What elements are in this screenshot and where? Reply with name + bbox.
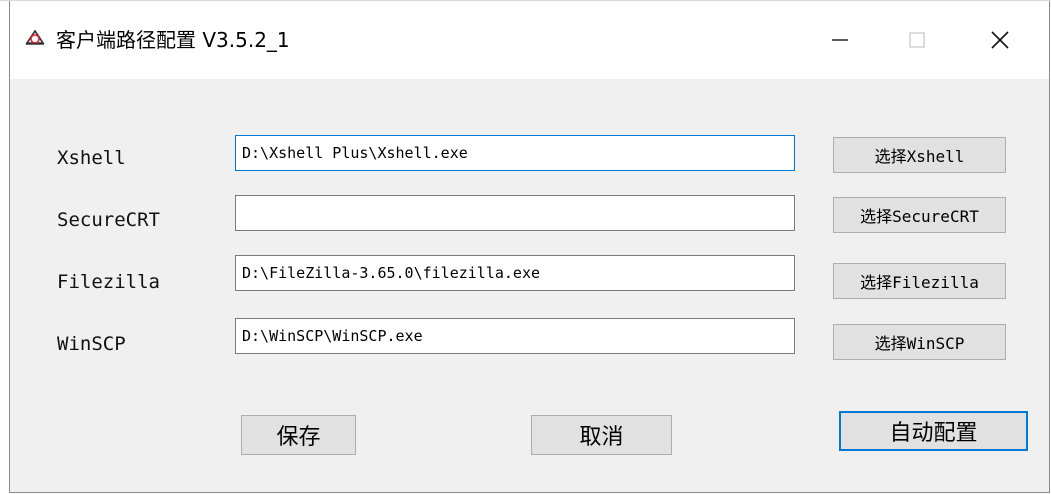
securecrt-path-input[interactable] [235,195,795,231]
window-title: 客户端路径配置 V3.5.2_1 [56,28,290,52]
securecrt-label: SecureCRT [57,209,160,231]
select-xshell-button[interactable]: 选择Xshell [833,137,1006,173]
xshell-label: Xshell [57,147,126,169]
maximize-button[interactable] [882,1,952,79]
dialog-window: 客户端路径配置 V3.5.2_1 Xshell 选择Xshell SecureC… [9,1,1050,493]
cancel-button[interactable]: 取消 [531,415,672,455]
select-securecrt-button[interactable]: 选择SecureCRT [833,197,1006,233]
close-icon [991,31,1009,49]
close-button[interactable] [965,1,1035,79]
cloud-app-icon [25,29,45,45]
select-filezilla-button[interactable]: 选择Filezilla [833,263,1006,299]
minimize-button[interactable] [805,1,875,79]
minimize-icon [832,39,848,41]
select-winscp-button[interactable]: 选择WinSCP [833,324,1006,360]
filezilla-label: Filezilla [57,271,160,293]
xshell-path-input[interactable] [235,135,795,171]
maximize-icon [909,32,925,48]
auto-config-button[interactable]: 自动配置 [839,411,1028,451]
filezilla-path-input[interactable] [235,255,795,291]
winscp-label: WinSCP [57,333,126,355]
save-button[interactable]: 保存 [241,415,356,455]
winscp-path-input[interactable] [235,318,795,354]
title-bar[interactable]: 客户端路径配置 V3.5.2_1 [10,1,1049,79]
